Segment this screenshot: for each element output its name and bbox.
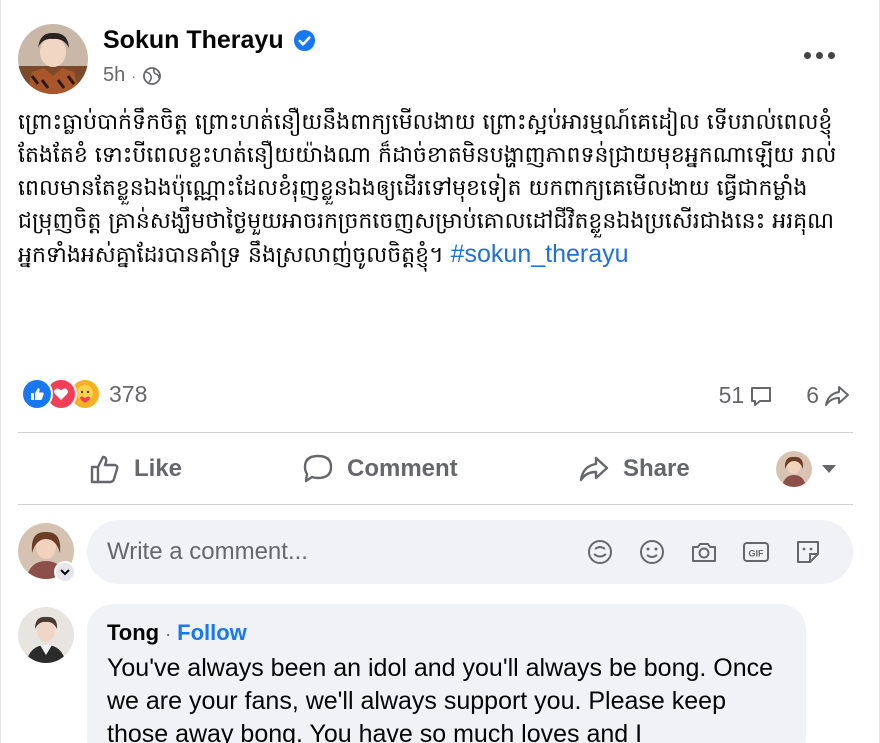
author-avatar[interactable]: [18, 24, 88, 94]
switch-profile-chevron-icon[interactable]: [54, 561, 76, 583]
comment-button[interactable]: Comment: [301, 452, 458, 486]
reactions-summary[interactable]: 378: [21, 378, 147, 410]
more-dot-icon: [827, 51, 835, 59]
action-bar: Like Comment Share: [18, 440, 853, 498]
post-text: ព្រោះធ្លាប់បាក់ទឹកចិត្ត ព្រោះហត់នឿយនឹងពា…: [18, 106, 848, 272]
avatar-sticker-icon[interactable]: [585, 537, 615, 567]
current-user-avatar-small: [776, 451, 812, 487]
post-card: Sokun Therayu 5h · ព្រោះធ្លាប់បាក់ទឹកចិត…: [0, 0, 880, 743]
share-icon: [579, 456, 609, 482]
comment-bubble: Tong · Follow You've always been an idol…: [87, 604, 806, 743]
meta-separator: ·: [131, 67, 136, 84]
reaction-count[interactable]: 378: [109, 381, 147, 408]
like-reaction-icon: [21, 378, 53, 410]
share-arrow-icon: [825, 385, 849, 406]
chevron-down-icon: [822, 465, 836, 473]
share-button[interactable]: Share: [577, 452, 690, 486]
like-label: Like: [134, 455, 183, 482]
more-dot-icon: [803, 51, 811, 59]
composer-tools: GIF: [585, 537, 823, 567]
comment-bubble-icon: [751, 386, 772, 406]
engagement-counts: 51 6: [719, 382, 851, 409]
comment-label: Comment: [347, 455, 458, 482]
post-meta: 5h ·: [103, 64, 162, 87]
sticker-icon[interactable]: [793, 537, 823, 567]
verified-badge-icon: [293, 29, 316, 52]
globe-icon[interactable]: [142, 66, 162, 86]
post-time[interactable]: 5h: [103, 64, 125, 87]
emoji-icon[interactable]: [637, 537, 667, 567]
comment-input[interactable]: Write a comment... GIF: [87, 520, 853, 584]
commenter-name[interactable]: Tong: [107, 620, 159, 646]
divider: [18, 504, 853, 505]
comment-text: You've always been an idol and you'll al…: [107, 654, 774, 743]
like-button[interactable]: Like: [88, 452, 182, 486]
camera-icon[interactable]: [689, 537, 719, 567]
comment-icon: [303, 454, 333, 483]
author-name[interactable]: Sokun Therayu: [103, 26, 284, 55]
divider: [18, 432, 853, 433]
more-options-button[interactable]: [801, 40, 837, 70]
share-count-link[interactable]: 6: [806, 382, 851, 409]
share-label: Share: [623, 455, 690, 482]
hashtag-link[interactable]: #sokun_therayu: [451, 240, 629, 268]
follow-button[interactable]: Follow: [177, 620, 247, 646]
thumbs-up-icon: [90, 455, 119, 484]
comment-placeholder: Write a comment...: [107, 538, 308, 565]
share-count: 6: [806, 382, 819, 408]
gif-icon[interactable]: GIF: [741, 537, 771, 567]
more-dot-icon: [815, 51, 823, 59]
comment-count-link[interactable]: 51: [719, 382, 775, 409]
comment-count: 51: [718, 382, 745, 408]
commenter-avatar[interactable]: [18, 607, 74, 663]
comment-header: Tong · Follow: [107, 620, 786, 646]
svg-text:GIF: GIF: [749, 549, 765, 559]
reaction-profile-selector[interactable]: [776, 451, 836, 487]
name-separator: ·: [165, 624, 172, 644]
post-body: ព្រោះធ្លាប់បាក់ទឹកចិត្ត ព្រោះហត់នឿយនឹងពា…: [18, 110, 837, 268]
